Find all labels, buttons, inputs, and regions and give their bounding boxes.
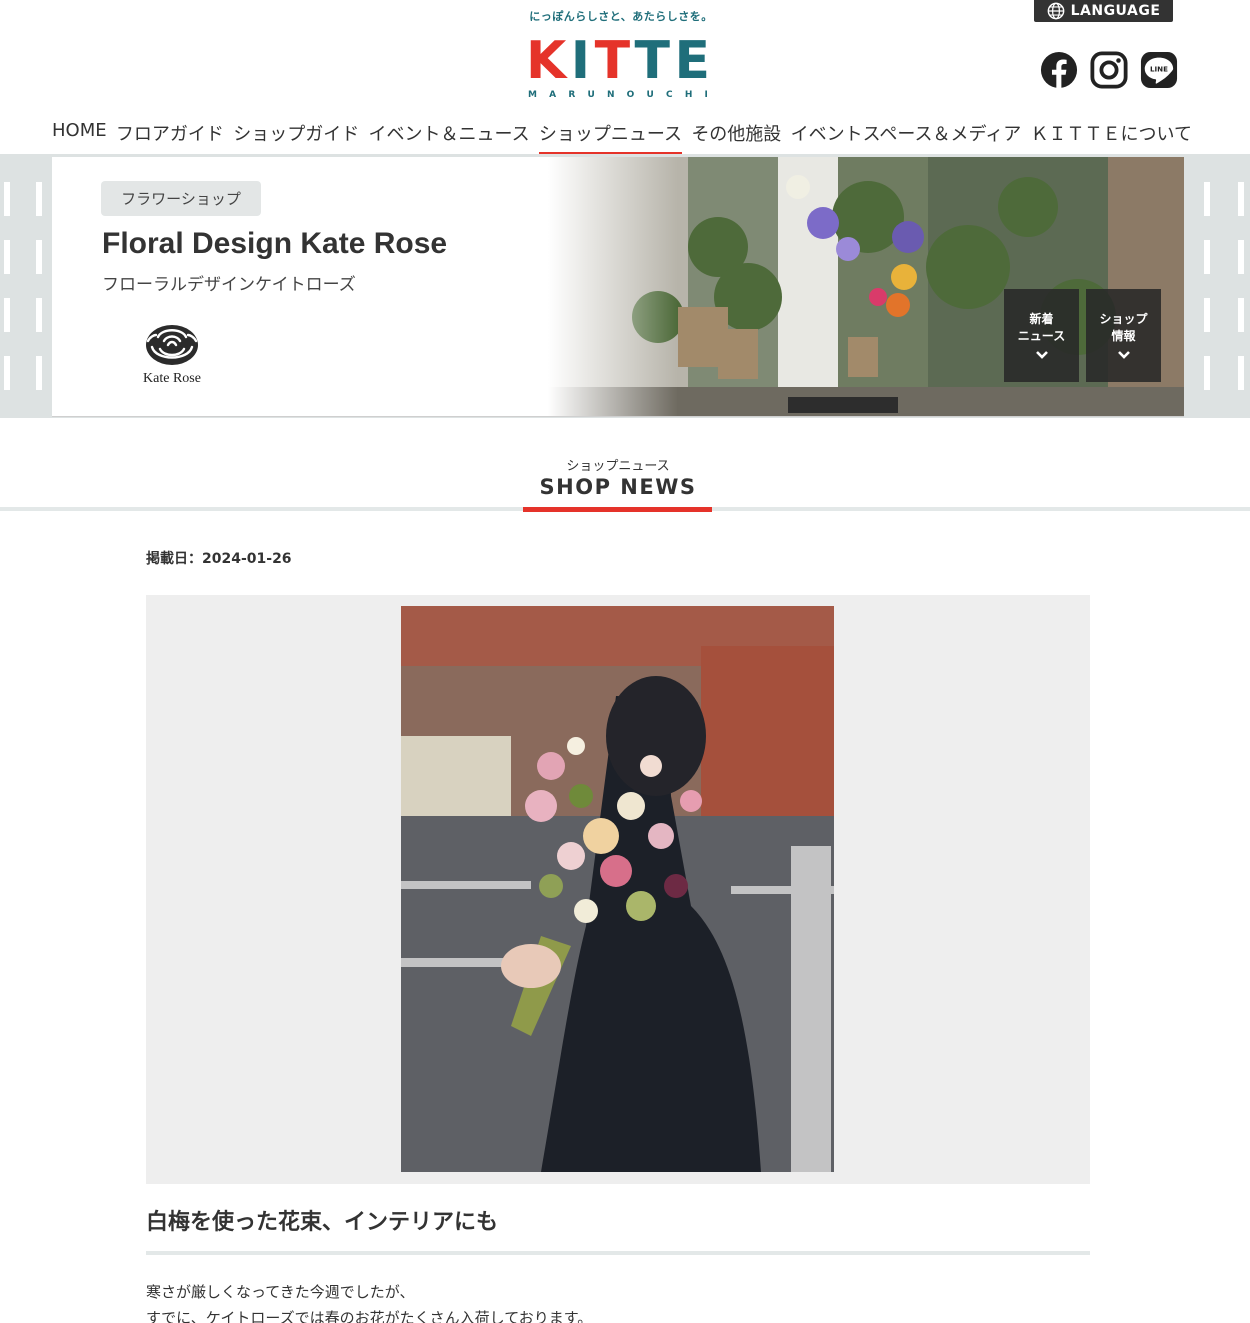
logo-letter: K [526,31,567,91]
logo-sub-letter: I [704,90,708,100]
logo-sub-letter: U [587,90,595,100]
shop-logo: Kate Rose [134,319,210,391]
nav-item-2[interactable]: ショップガイド [233,118,359,156]
logo-sub-letter: O [626,90,635,100]
banner-dash [36,240,42,274]
article-paragraph: すでに、ケイトローズでは春のお花がたくさん入荷しております。 [146,1309,593,1323]
banner-dash [36,298,42,332]
banner-dash [1204,182,1210,216]
chevron-down-icon [1117,351,1130,359]
section-kana: ショップニュース [566,459,670,474]
logo-sub-letter: A [549,90,557,100]
nav-item-3[interactable]: イベント＆ニュース [369,118,530,156]
banner-dash [1238,298,1244,332]
bouquet-photo [401,606,834,1172]
nav-item-1[interactable]: フロアガイド [116,118,224,156]
nav-item-7[interactable]: ＫＩＴＴＥについて [1031,118,1192,156]
post-date: 掲載日：2024-01-26 [146,548,292,568]
banner-dash [4,182,10,216]
nav-item-6[interactable]: イベントスペース＆メディア [791,118,1022,156]
logo-letter: I [570,31,591,91]
rose-icon [146,325,198,365]
global-nav: HOME フロアガイド ショップガイド イベント＆ニュース ショップニュース その他施設イ… [52,118,1192,156]
latest-news-label-1: 新着 [1029,312,1054,326]
globe-icon [1047,2,1064,20]
shop-banner: フラワーショップ Floral Design Kate Rose フローラルデザ… [52,157,1184,417]
article-body: 寒さが厳しくなってきた今週でしたが、すでに、ケイトローズでは春のお花がたくさん入… [146,1279,1090,1323]
logo-sub-letter: N [606,90,615,100]
instagram-icon[interactable] [1090,51,1128,89]
article-paragraph: 寒さが厳しくなってきた今週でしたが、 [146,1283,415,1301]
banner-dash [1238,356,1244,390]
category-badge[interactable]: フラワーショップ [101,181,261,216]
nav-item-0[interactable]: HOME [52,118,107,156]
logo-letter: T [634,31,670,91]
latest-news-label-2: ニュース [1017,329,1066,343]
section-accent-bar [523,507,712,512]
line-icon[interactable]: LINE [1140,51,1178,89]
latest-news-jump-button[interactable]: 新着 ニュース [1004,289,1079,382]
logo-sub-letter: U [646,90,654,100]
banner-dash [4,356,10,390]
site-tagline: にっぽんらしさと、あたらしさを。 [529,10,713,23]
banner-dash [1238,182,1244,216]
logo-letter: T [594,31,631,91]
banner-dash [36,182,42,216]
banner-dash [36,356,42,390]
logo-sub-letter: R [568,90,576,100]
banner-dash [1238,240,1244,274]
svg-text:LINE: LINE [1150,64,1168,73]
shop-news-heading: ショップニュース SHOP NEWS [0,455,1250,515]
chevron-down-icon [1035,351,1048,359]
logo-sub-letter: M [528,90,537,100]
banner-dash [1204,240,1210,274]
logo-subtitle: MARUNOUCHI [526,90,710,100]
article-title-rule [146,1251,1090,1255]
post-date-label: 掲載日： [146,551,202,567]
article-photo [401,606,834,1172]
shop-info-jump-button[interactable]: ショップ 情報 [1086,289,1161,382]
nav-item-5[interactable]: その他施設 [691,118,781,156]
shop-name: Floral Design Kate Rose [102,227,448,260]
language-label: LANGUAGE [1070,3,1161,19]
banner-dash [4,240,10,274]
article-photo-frame [146,595,1090,1184]
logo-sub-letter: C [666,90,673,100]
shop-info-label-1: ショップ [1099,312,1148,326]
logo-wordmark: KITTE [526,31,710,91]
shop-info-label-2: 情報 [1111,329,1136,343]
logo-sub-letter: H [684,90,693,100]
banner-dash [4,298,10,332]
logo-letter: E [674,31,710,91]
shop-logo-text: Kate Rose [143,371,201,386]
hero-fade [548,157,678,416]
facebook-icon[interactable] [1040,51,1078,89]
language-button[interactable]: LANGUAGE [1034,0,1173,22]
kitte-logo[interactable]: KITTE MARUNOUCHI [526,31,710,102]
post-date-value: 2024-01-26 [202,551,292,567]
banner-dash [1204,298,1210,332]
banner-dash [1204,356,1210,390]
shop-name-kana: フローラルデザインケイトローズ [102,275,356,295]
site-header: にっぽんらしさと、あたらしさを。 KITTE MARUNOUCHI LANGUA… [0,0,1250,156]
nav-item-4[interactable]: ショップニュース [538,118,683,156]
article-title: 白梅を使った花束、インテリアにも [146,1210,499,1235]
section-title: SHOP NEWS [539,475,697,499]
